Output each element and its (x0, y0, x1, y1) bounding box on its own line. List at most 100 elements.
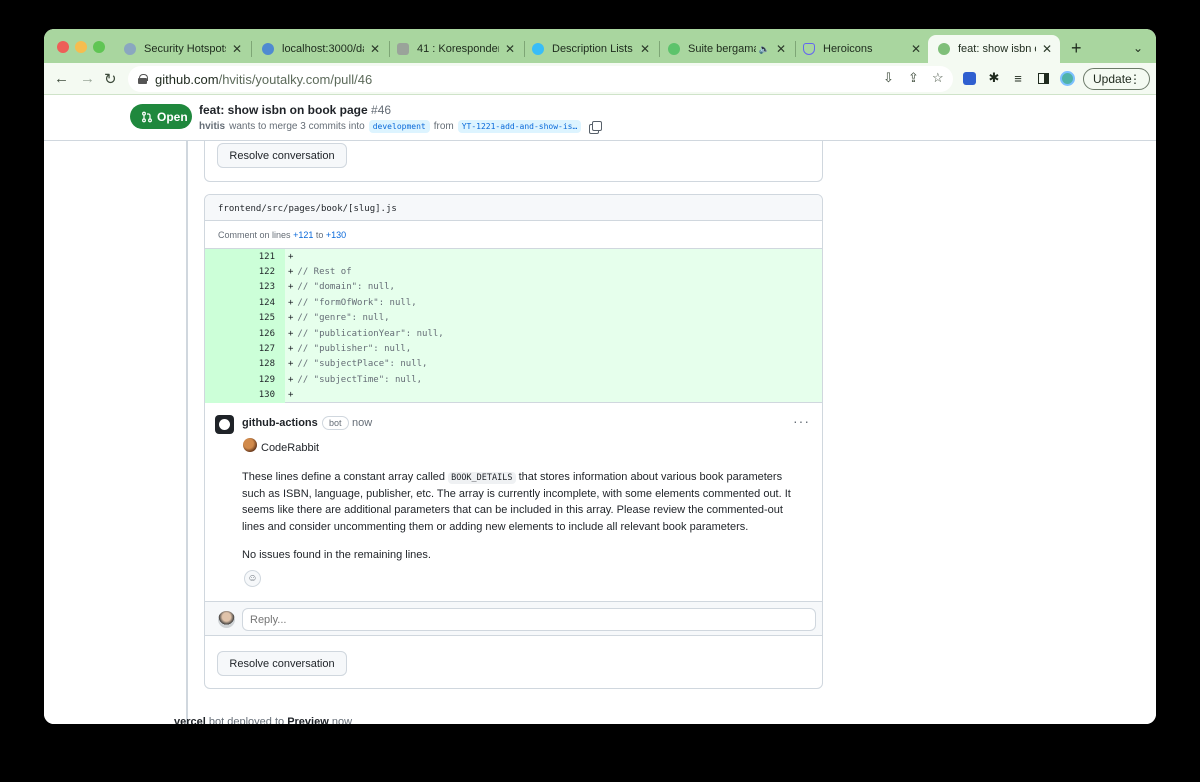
tab-korespondence[interactable]: 41 : Korespondenc ✕ (387, 35, 523, 63)
line-number[interactable]: 122 (205, 264, 285, 280)
pr-title-text[interactable]: feat: show isbn on book page (199, 103, 368, 117)
coderabbit-name: CodeRabbit (261, 442, 320, 454)
diff-code: // "subjectPlace": null, (297, 359, 428, 370)
addition-marker: + (288, 328, 294, 339)
line-end-link[interactable]: +130 (326, 230, 346, 240)
deploy-env[interactable]: Preview (287, 716, 329, 724)
minimize-window-button[interactable] (75, 41, 87, 53)
extension-icon[interactable] (961, 70, 977, 86)
tab-localhost[interactable]: localhost:3000/das ✕ (252, 35, 388, 63)
tab-title: 41 : Korespondenc (417, 43, 499, 55)
pr-merge-info: hvitis wants to merge 3 commits into dev… (199, 120, 603, 134)
pr-title: feat: show isbn on book page #46 (199, 103, 391, 117)
coderabbit-avatar (243, 438, 257, 452)
close-tab-icon[interactable]: ✕ (505, 42, 515, 56)
tab-description-lists[interactable]: Description Lists - ✕ (522, 35, 658, 63)
head-branch-label[interactable]: YT-1221-add-and-show-is… (457, 120, 582, 133)
bookmark-star-icon[interactable]: ☆ (932, 70, 944, 86)
tab-favicon-icon (124, 43, 136, 55)
forward-button[interactable]: → (80, 70, 95, 87)
diff-code: // Rest of (297, 267, 352, 278)
close-tab-icon[interactable]: ✕ (1042, 42, 1052, 56)
puzzle-icon[interactable]: ✱ (986, 70, 1002, 86)
comment-author-link[interactable]: github-actions (242, 417, 318, 429)
address-bar[interactable]: github.com/hvitis/youtalky.com/pull/46 ⇩… (128, 66, 953, 92)
github-actions-avatar[interactable] (215, 415, 234, 434)
line-number[interactable]: 125 (205, 310, 285, 326)
reply-input[interactable] (242, 608, 816, 631)
close-tab-icon[interactable]: ✕ (370, 42, 380, 56)
diff-line: 130 + (205, 387, 822, 403)
resolve-conversation-button[interactable]: Resolve conversation (217, 651, 347, 676)
close-tab-icon[interactable]: ✕ (911, 42, 921, 56)
addition-marker: + (288, 344, 294, 355)
shield-icon (803, 43, 815, 55)
review-comment: github-actions bot now ··· CodeRabbit Th… (205, 403, 822, 601)
zoom-window-button[interactable] (93, 41, 105, 53)
close-tab-icon[interactable]: ✕ (640, 42, 650, 56)
close-tab-icon[interactable]: ✕ (776, 42, 786, 56)
update-button[interactable]: Update ⋮ (1083, 68, 1150, 90)
tab-favicon-icon (668, 43, 680, 55)
close-window-button[interactable] (57, 41, 69, 53)
media-queue-icon[interactable]: ≡ (1010, 70, 1026, 86)
tab-pull-request[interactable]: feat: show isbn on ✕ (928, 35, 1060, 63)
line-number[interactable]: 126 (205, 325, 285, 342)
line-number[interactable]: 124 (205, 295, 285, 311)
line-start-link[interactable]: +121 (293, 230, 313, 240)
pr-sticky-header: Open feat: show isbn on book page #46 hv… (44, 95, 1156, 141)
share-icon[interactable]: ⇪ (908, 70, 919, 86)
copy-icon[interactable] (589, 120, 603, 134)
back-button[interactable]: ← (54, 70, 69, 87)
inline-code: BOOK_DETAILS (448, 472, 516, 484)
bot-badge: bot (208, 716, 225, 724)
pr-conversation: Resolve conversation frontend/src/pages/… (44, 141, 1156, 724)
file-path[interactable]: frontend/src/pages/book/[slug].js (205, 195, 822, 221)
speaker-icon[interactable]: 🔈 (759, 44, 770, 55)
tab-title: Heroicons (823, 43, 873, 55)
tab-favicon-icon (397, 43, 409, 55)
deploy-author[interactable]: vercel (174, 716, 206, 724)
addition-marker: + (288, 251, 294, 262)
add-reaction-button[interactable]: ☺ (244, 570, 261, 587)
line-number[interactable]: 130 (205, 387, 285, 403)
lock-icon (138, 74, 148, 84)
tab-suite-bergamasque[interactable]: Suite bergamas 🔈 ✕ (658, 35, 794, 63)
line-number[interactable]: 121 (205, 249, 285, 265)
pr-from-text: from (433, 121, 454, 132)
addition-marker: + (288, 297, 294, 308)
browser-window: Security Hotspots ✕ localhost:3000/das ✕… (44, 29, 1156, 724)
side-panel-icon[interactable] (1035, 70, 1051, 86)
line-number[interactable]: 128 (205, 356, 285, 373)
close-tab-icon[interactable]: ✕ (232, 42, 242, 56)
chevron-down-icon[interactable]: ⌄ (1133, 41, 1143, 55)
deployment-event: vercel bot deployed to Preview now (174, 716, 352, 724)
diff-line: 122 +// Rest of (205, 264, 822, 280)
profile-icon[interactable] (1059, 70, 1075, 86)
comment-lines-info: Comment on lines +121 to +130 (218, 230, 346, 240)
more-vertical-icon[interactable]: ⋮ (1129, 72, 1141, 86)
tab-security-hotspots[interactable]: Security Hotspots ✕ (114, 35, 250, 63)
diff-line: 127 +// "publisher": null, (205, 341, 822, 357)
tab-favicon-icon (938, 43, 950, 55)
base-branch-label[interactable]: development (368, 120, 430, 133)
new-tab-button[interactable]: + (1071, 38, 1082, 59)
addition-marker: + (288, 267, 294, 278)
line-number[interactable]: 127 (205, 341, 285, 357)
tab-title: Suite bergamas (688, 43, 756, 55)
line-number[interactable]: 123 (205, 279, 285, 296)
url-path: /hvitis/youtalky.com/pull/46 (218, 71, 373, 87)
line-number[interactable]: 129 (205, 372, 285, 388)
resolve-conversation-button[interactable]: Resolve conversation (217, 143, 347, 168)
more-horizontal-icon[interactable]: ··· (793, 413, 810, 429)
user-avatar[interactable] (218, 611, 235, 628)
reload-button[interactable]: ↻ (104, 70, 117, 88)
comment-timestamp[interactable]: now (352, 417, 372, 429)
reply-area (205, 601, 822, 636)
install-app-icon[interactable]: ⇩ (883, 70, 894, 86)
diff-line: 124 +// "formOfWork": null, (205, 295, 822, 311)
pr-author-link[interactable]: hvitis (199, 121, 225, 132)
tab-title: Description Lists - (552, 43, 634, 55)
tab-heroicons[interactable]: Heroicons ✕ (793, 35, 929, 63)
pr-number: #46 (371, 103, 392, 117)
